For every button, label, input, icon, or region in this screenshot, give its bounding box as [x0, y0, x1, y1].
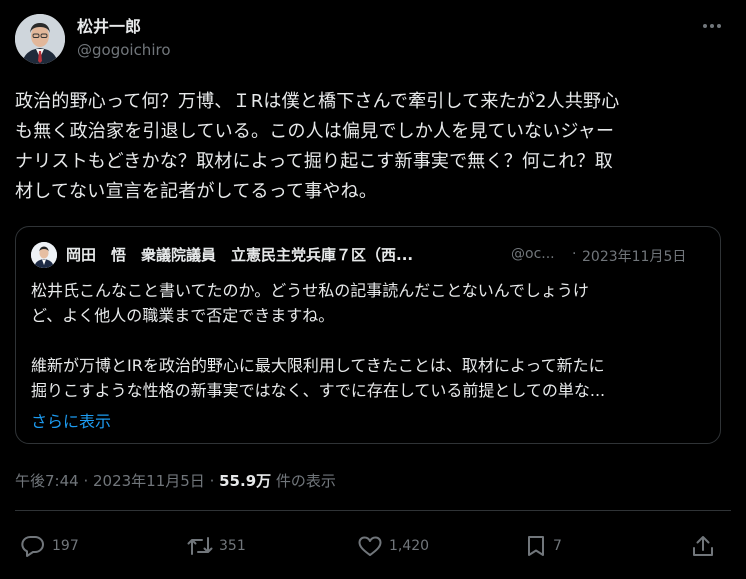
quoted-author-avatar[interactable]	[31, 242, 57, 268]
tweet-time[interactable]: 午後7:44	[15, 472, 79, 490]
quoted-author-name[interactable]: 岡田 悟 衆議院議員 立憲民主党兵庫７区（西...	[66, 244, 413, 265]
bookmark-icon	[525, 534, 547, 558]
heart-icon	[357, 534, 383, 558]
repost-count: 351	[219, 538, 246, 554]
author-avatar[interactable]	[15, 14, 65, 64]
reply-bubble-icon	[20, 534, 46, 558]
show-more-link[interactable]: さらに表示	[31, 408, 111, 432]
quoted-text: 松井氏こんなこと書いてたのか。どうせ私の記事読んだことないんでしょうけ ど、よく…	[31, 281, 606, 400]
author-handle[interactable]: @gogoichiro	[77, 41, 171, 59]
share-upload-icon	[690, 534, 716, 558]
quoted-date[interactable]: 2023年11月5日	[582, 246, 686, 266]
divider	[15, 510, 731, 511]
quoted-author-handle[interactable]: @oc...	[511, 246, 555, 262]
bookmark-button[interactable]: 7	[525, 533, 562, 559]
repost-arrows-icon	[187, 534, 213, 558]
like-button[interactable]: 1,420	[357, 533, 429, 559]
tweet-meta: 午後7:44 · 2023年11月5日 · 55.9万 件の表示	[15, 470, 336, 491]
quoted-tweet[interactable]: 岡田 悟 衆議院議員 立憲民主党兵庫７区（西... @oc... · 2023年…	[15, 226, 721, 444]
bookmark-count: 7	[553, 538, 562, 554]
meta-separator: ·	[204, 472, 220, 490]
repost-button[interactable]: 351	[187, 533, 246, 559]
author-name[interactable]: 松井一郎	[77, 13, 141, 37]
reply-count: 197	[52, 538, 79, 554]
reply-button[interactable]: 197	[20, 533, 79, 559]
share-button[interactable]	[690, 533, 716, 559]
views-count[interactable]: 55.9万	[219, 472, 271, 490]
tweet-date[interactable]: 2023年11月5日	[93, 472, 205, 490]
like-count: 1,420	[389, 538, 430, 554]
more-dots-icon[interactable]	[698, 14, 726, 38]
tweet-card: 松井一郎 @gogoichiro 政治的野心って何？万博、ＩRは僕と橋下さんで牽…	[0, 0, 746, 579]
quoted-separator: ·	[572, 246, 577, 262]
meta-separator: ·	[78, 472, 93, 490]
views-label: 件の表示	[271, 472, 336, 490]
tweet-text: 政治的野心って何？万博、ＩRは僕と橋下さんで牽引して来たが2人共野心 も無く政治…	[15, 91, 620, 202]
